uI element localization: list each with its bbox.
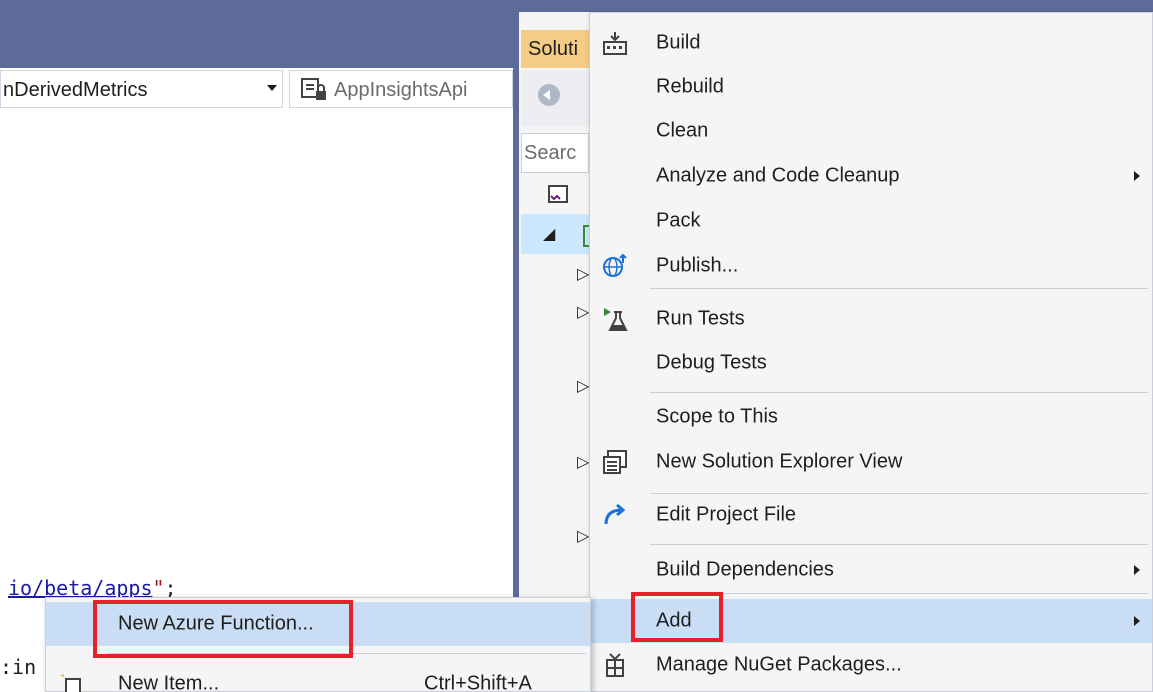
menu-item-publish[interactable]: Publish...: [590, 244, 1152, 288]
editor-tab-strip: [0, 12, 519, 68]
menu-item-label: Scope to This: [656, 405, 778, 428]
menu-item-analyze-code-cleanup[interactable]: Analyze and Code Cleanup: [590, 154, 1152, 198]
new-item-icon: [60, 673, 81, 692]
menu-item-build[interactable]: Build: [590, 21, 1152, 65]
collapsed-arrow-icon[interactable]: ▷: [577, 526, 589, 546]
menu-item-shortcut: Ctrl+Shift+A: [424, 672, 532, 692]
menu-item-label: Clean: [656, 119, 709, 142]
dropdown-arrow-icon[interactable]: [267, 85, 277, 91]
member-dropdown-label: nDerivedMetrics: [3, 79, 148, 101]
annotation-highlight-add: [631, 592, 723, 642]
menu-item-pack[interactable]: Pack: [590, 199, 1152, 243]
globe-publish-icon: [603, 253, 627, 277]
menu-item-label: Run Tests: [656, 307, 745, 330]
submenu-arrow-icon: [1134, 171, 1140, 181]
menu-item-edit-project-file[interactable]: Edit Project File: [590, 493, 1152, 537]
annotation-highlight-new-azure-function: [93, 600, 353, 658]
build-icon: [603, 32, 627, 55]
menu-item-label: Publish...: [656, 254, 739, 277]
expanded-arrow-icon[interactable]: ◢: [543, 224, 555, 244]
code-fragment: :in: [0, 655, 37, 679]
project-dropdown[interactable]: AppInsightsApi: [289, 70, 513, 108]
menu-item-label: Build: [656, 31, 701, 54]
collapsed-arrow-icon[interactable]: ▷: [577, 264, 589, 284]
redo-arrow-icon: [604, 503, 626, 525]
menu-item-new-item[interactable]: New Item... Ctrl+Shift+A: [46, 662, 590, 692]
menu-item-label: New Solution Explorer View: [656, 450, 903, 473]
collapsed-arrow-icon[interactable]: ▷: [577, 376, 589, 396]
collapsed-arrow-icon[interactable]: ▷: [577, 302, 589, 322]
menu-separator: [650, 288, 1148, 289]
solution-explorer-search-input[interactable]: Searc: [521, 133, 589, 173]
back-arrow-icon[interactable]: [538, 84, 560, 106]
menu-item-label: Manage NuGet Packages...: [656, 653, 902, 676]
menu-separator: [650, 593, 1148, 594]
member-dropdown[interactable]: nDerivedMetrics: [0, 70, 283, 108]
menu-item-run-tests[interactable]: Run Tests: [590, 297, 1152, 341]
submenu-arrow-icon: [1134, 616, 1140, 626]
solution-explorer-tab-label: Soluti: [528, 38, 579, 60]
menu-item-scope-to-this[interactable]: Scope to This: [590, 395, 1152, 439]
menu-item-manage-nuget[interactable]: Manage NuGet Packages...: [590, 643, 1152, 687]
menu-separator: [650, 392, 1148, 393]
tab-solution-explorer[interactable]: Soluti: [521, 30, 589, 68]
menu-item-label: Debug Tests: [656, 351, 767, 374]
search-placeholder: Searc: [524, 142, 577, 164]
menu-item-label: Analyze and Code Cleanup: [656, 164, 900, 187]
run-tests-icon: [604, 308, 628, 331]
menu-item-label: Build Dependencies: [656, 558, 834, 581]
project-dropdown-label: AppInsightsApi: [334, 79, 468, 101]
menu-item-label: Edit Project File: [656, 503, 797, 526]
project-file-icon: [301, 78, 326, 100]
menu-item-label: New Item...: [118, 672, 220, 692]
menu-item-label: Rebuild: [656, 75, 724, 98]
new-window-icon: [603, 450, 627, 474]
menu-item-new-solution-explorer-view[interactable]: New Solution Explorer View: [590, 440, 1152, 484]
menu-item-debug-tests[interactable]: Debug Tests: [590, 341, 1152, 385]
collapsed-arrow-icon[interactable]: ▷: [577, 452, 589, 472]
solution-icon: [548, 185, 568, 203]
menu-separator: [650, 544, 1148, 545]
nuget-package-icon: [606, 653, 624, 677]
menu-item-label: Pack: [656, 209, 701, 232]
menu-item-build-dependencies[interactable]: Build Dependencies: [590, 548, 1152, 592]
menu-item-rebuild[interactable]: Rebuild: [590, 65, 1152, 109]
project-context-menu: Build Rebuild Clean Analyze and Code Cle…: [589, 12, 1153, 692]
menu-item-clean[interactable]: Clean: [590, 109, 1152, 153]
submenu-arrow-icon: [1134, 565, 1140, 575]
title-bar: [0, 0, 1153, 12]
